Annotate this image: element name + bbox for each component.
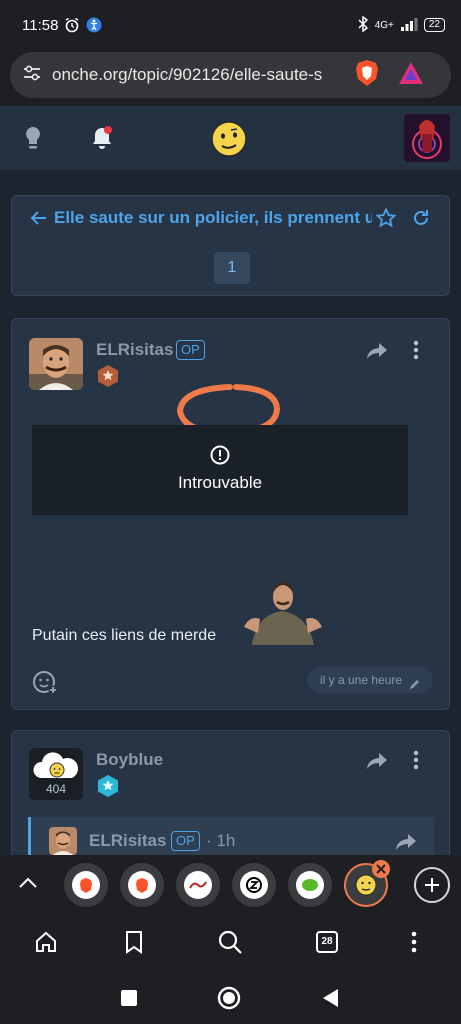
author-avatar[interactable]: 404	[29, 748, 83, 800]
quote-time: · 1h	[206, 831, 236, 850]
onche-logo[interactable]	[210, 120, 248, 158]
share-icon[interactable]	[366, 752, 388, 775]
bluetooth-icon	[357, 15, 369, 35]
lightbulb-icon[interactable]	[20, 124, 46, 152]
url-text[interactable]: onche.org/topic/902126/elle-saute-s	[52, 65, 342, 85]
share-icon[interactable]	[395, 833, 417, 856]
notification-bell-icon[interactable]	[88, 124, 116, 152]
new-tab-button[interactable]	[414, 867, 450, 903]
tab-brave-1[interactable]	[64, 863, 108, 907]
more-options-icon[interactable]	[413, 750, 419, 775]
back-arrow-icon[interactable]	[30, 209, 48, 232]
user-avatar[interactable]	[404, 114, 450, 162]
tab-count: 28	[316, 931, 338, 953]
alarm-icon	[64, 17, 80, 33]
post-author[interactable]: Boyblue	[96, 750, 163, 770]
post-card: 404 Boyblue ELRisitas OP · 1h	[11, 730, 450, 871]
timestamp-text: il y a une heure	[320, 673, 403, 687]
system-navigation-bar	[0, 970, 461, 1024]
post-author[interactable]: ELRisitas	[96, 340, 173, 360]
edit-pencil-icon	[409, 673, 421, 699]
back-triangle-icon[interactable]	[316, 984, 344, 1012]
rank-badge-icon	[96, 364, 120, 388]
embed-status-text: Introuvable	[177, 473, 263, 492]
favorite-star-icon[interactable]	[375, 207, 397, 233]
site-tab-icon	[184, 871, 212, 899]
bookmark-icon[interactable]	[119, 927, 149, 957]
home-icon[interactable]	[31, 927, 61, 957]
site-tab-icon	[240, 871, 268, 899]
search-icon[interactable]	[215, 927, 245, 957]
site-tab-icon	[296, 871, 324, 899]
signal-icon	[400, 17, 418, 34]
share-icon[interactable]	[366, 342, 388, 365]
post-timestamp[interactable]: il y a une heure	[307, 667, 433, 693]
rank-badge-icon	[96, 774, 120, 803]
address-bar[interactable]: onche.org/topic/902126/elle-saute-s	[10, 52, 451, 98]
quote-author-avatar	[49, 827, 77, 855]
page-number-button[interactable]: 1	[214, 252, 250, 284]
site-header	[0, 106, 461, 170]
tab-switcher-button[interactable]: 28	[312, 927, 342, 957]
embed-placeholder: Introuvable	[32, 425, 408, 515]
topic-card: Elle saute sur un policier, ils prennent…	[11, 195, 450, 296]
chevron-up-icon[interactable]	[18, 875, 38, 894]
post-body-text: Putain ces liens de merde	[32, 627, 217, 644]
tab-site-5[interactable]	[288, 863, 332, 907]
brave-shields-icon[interactable]	[354, 59, 380, 92]
refresh-icon[interactable]	[411, 208, 431, 233]
battery-indicator: 22	[423, 18, 445, 32]
topic-title[interactable]: Elle saute sur un policier, ils prennent…	[54, 208, 372, 228]
post-card: ELRisitas OP Introuvable Putain ces lien…	[11, 318, 450, 710]
status-indicators: 4G+ 22	[357, 15, 445, 35]
brave-tab-icon	[72, 871, 100, 899]
status-time: 11:58	[22, 16, 59, 34]
accessibility-icon	[86, 17, 102, 33]
avatar-caption: 404	[45, 782, 67, 796]
site-settings-icon[interactable]	[22, 63, 42, 88]
brave-rewards-icon[interactable]	[398, 61, 424, 90]
onche-tab-icon	[355, 874, 377, 896]
add-reaction-icon[interactable]	[32, 669, 58, 700]
network-label: 4G+	[374, 19, 394, 31]
tab-site-3[interactable]	[176, 863, 220, 907]
alert-circle-icon	[210, 445, 230, 470]
close-tab-icon[interactable]	[372, 860, 390, 878]
status-bar: 11:58 4G+ 22	[0, 0, 461, 50]
browser-address-area: onche.org/topic/902126/elle-saute-s	[0, 50, 461, 106]
op-badge: OP	[176, 340, 205, 360]
plus-icon	[425, 878, 439, 892]
more-options-icon[interactable]	[413, 340, 419, 365]
tab-brave-2[interactable]	[120, 863, 164, 907]
author-avatar[interactable]	[29, 338, 83, 390]
op-badge: OP	[171, 831, 200, 851]
quote-author[interactable]: ELRisitas	[89, 831, 166, 851]
home-circle-icon[interactable]	[215, 984, 243, 1012]
recents-square-icon[interactable]	[115, 984, 143, 1012]
brave-tab-icon	[128, 871, 156, 899]
browser-tab-strip	[0, 855, 461, 915]
risitas-sticker-image	[242, 577, 324, 645]
tab-site-4[interactable]	[232, 863, 276, 907]
browser-toolbar: 28	[0, 915, 461, 970]
menu-dots-icon[interactable]	[399, 927, 429, 957]
